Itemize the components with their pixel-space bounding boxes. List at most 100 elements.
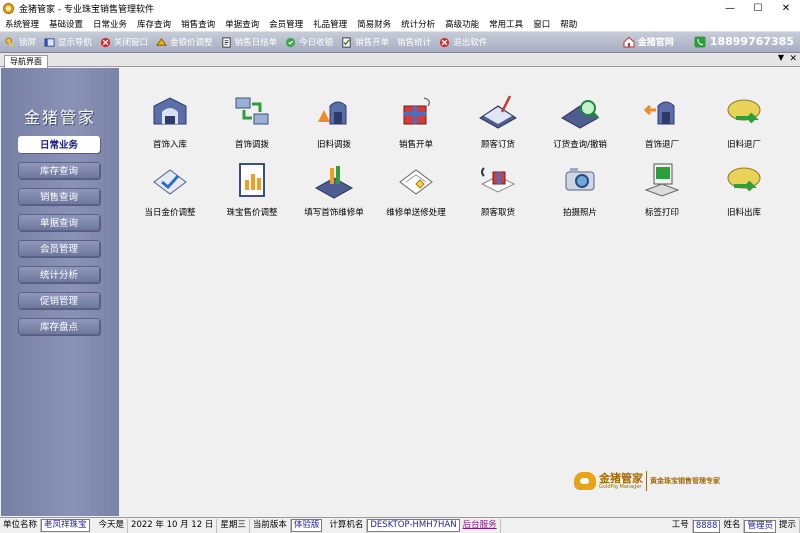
menu-bar: 系统管理 基础设置 日常业务 库存查询 销售查询 单据查询 会员管理 礼品管理 …	[0, 16, 800, 31]
sidebar-item-daily-business[interactable]: 日常业务	[18, 136, 100, 153]
func-jewelry-in[interactable]: 首饰入库	[129, 92, 211, 150]
logo-slogan: 黄金珠宝销售管理专家	[650, 477, 720, 485]
key-icon	[5, 36, 14, 47]
warehouse-in-icon	[153, 97, 187, 125]
computer-value: DESKTOP-HMH7HAN	[367, 519, 460, 532]
name-label: 姓名	[720, 519, 745, 533]
official-site-link[interactable]: 金猪官网	[623, 35, 674, 48]
tab-close-icon[interactable]: ✕	[789, 54, 797, 64]
sidebar-item-inventory-query[interactable]: 库存查询	[18, 162, 100, 179]
menu-system[interactable]: 系统管理	[0, 18, 44, 30]
lock-screen-button[interactable]: 锁屏	[5, 36, 36, 48]
worker-value: 8888	[692, 519, 721, 533]
menu-gift[interactable]: 礼品管理	[308, 18, 352, 30]
title-bar: 金猪管家 - 专业珠宝销售管理软件 — ☐ ✕	[0, 0, 800, 16]
menu-document-query[interactable]: 单据查询	[220, 18, 264, 30]
company-logo: 金猪管家 GoldPig Manager 黄金珠宝销售管理专家	[574, 471, 720, 491]
phone-icon	[694, 36, 706, 47]
brand-title: 金猪管家	[23, 108, 96, 127]
order-search-icon	[561, 100, 600, 129]
golden-pig-icon	[574, 472, 596, 490]
return-factory-icon	[643, 101, 675, 125]
tab-strip: 导航界面 ▼ ✕	[0, 53, 800, 68]
backend-service-link[interactable]: 后台服务	[460, 518, 501, 533]
sales-stats-button[interactable]: 销售统计	[397, 36, 431, 48]
func-old-material-out[interactable]: 旧料出库	[703, 160, 785, 218]
minimize-button[interactable]: —	[716, 0, 744, 16]
window-title: 金猪管家 - 专业珠宝销售管理软件	[19, 4, 154, 15]
order-pen-icon	[479, 95, 517, 129]
menu-window[interactable]: 窗口	[528, 18, 555, 30]
menu-daily-business[interactable]: 日常业务	[88, 18, 132, 30]
func-label-print[interactable]: 标签打印	[621, 160, 703, 218]
tab-navigation[interactable]: 导航界面	[4, 55, 48, 68]
func-gold-price-adjust[interactable]: 当日金价调整	[129, 160, 211, 218]
repair-tools-icon	[314, 166, 354, 199]
func-customer-order[interactable]: 顾客订货	[457, 92, 539, 150]
sidebar: 金猪管家 日常业务 库存查询 销售查询 单据查询 会员管理 统计分析 促销管理 …	[1, 68, 119, 516]
sidebar-item-promotion[interactable]: 促销管理	[18, 292, 100, 309]
gold-return-icon	[727, 99, 761, 124]
func-jewelry-return[interactable]: 首饰退厂	[621, 92, 703, 150]
logo-name: 金猪管家	[599, 471, 643, 485]
main-panel: 首饰入库 首饰调拨 旧料调拨 销售开单 顾客订货 订货查询/撤销 首饰退厂 旧料…	[119, 68, 800, 516]
date-value: 2022 年 10 月 12 日	[128, 518, 218, 533]
today-cash-button[interactable]: 今日收银	[285, 36, 333, 48]
menu-member[interactable]: 会员管理	[264, 18, 308, 30]
gold-out-icon	[727, 167, 761, 192]
logo-sub: GoldPig Manager	[599, 483, 642, 490]
version-label: 当前版本	[250, 518, 291, 533]
func-repair-dispatch[interactable]: 维修单送修处理	[375, 160, 457, 218]
func-take-photo[interactable]: 拍摄照片	[539, 160, 621, 218]
gift-box-icon	[403, 97, 430, 125]
menu-basic-settings[interactable]: 基础设置	[44, 18, 88, 30]
menu-sales-query[interactable]: 销售查询	[176, 18, 220, 30]
sales-order-icon	[342, 36, 351, 48]
sidebar-item-sales-query[interactable]: 销售查询	[18, 188, 100, 205]
func-repair-form[interactable]: 填写首饰维修单	[293, 160, 375, 218]
version-value: 体验版	[290, 519, 323, 532]
func-old-material-transfer[interactable]: 旧料调拨	[293, 92, 375, 150]
func-jewelry-price-adjust[interactable]: 珠宝售价调整	[211, 160, 293, 218]
exit-software-button[interactable]: 退出软件	[439, 36, 487, 48]
transfer-icon	[235, 97, 269, 125]
func-order-query[interactable]: 订货查询/撤销	[539, 92, 621, 150]
menu-help[interactable]: 帮助	[555, 18, 582, 30]
status-bar: 单位名称 老凤祥珠宝 今天是 2022 年 10 月 12 日 星期三 当前版本…	[0, 517, 800, 533]
menu-statistics[interactable]: 统计分析	[396, 18, 440, 30]
sidebar-item-statistics[interactable]: 统计分析	[18, 266, 100, 283]
daily-report-button[interactable]: 销售日结单	[221, 36, 277, 48]
show-navigation-button[interactable]: 显示导航	[44, 36, 92, 48]
worker-label: 工号	[669, 519, 693, 533]
gold-price-button[interactable]: 金银价调整	[156, 36, 213, 48]
func-jewelry-transfer[interactable]: 首饰调拨	[211, 92, 293, 150]
func-sales-order[interactable]: 销售开单	[375, 92, 457, 150]
func-old-material-return[interactable]: 旧料退厂	[703, 92, 785, 150]
home-icon	[623, 36, 635, 47]
unit-value: 老凤祥珠宝	[41, 519, 90, 532]
menu-advanced[interactable]: 高级功能	[440, 18, 484, 30]
weekday-value: 星期三	[217, 518, 250, 533]
menu-inventory-query[interactable]: 库存查询	[132, 18, 176, 30]
sales-order-button[interactable]: 销售开单	[341, 36, 389, 48]
clipboard-check-icon	[153, 169, 187, 195]
menu-finance[interactable]: 简易财务	[352, 18, 396, 30]
sidebar-item-document-query[interactable]: 单据查询	[18, 214, 100, 231]
close-button[interactable]: ✕	[772, 0, 800, 16]
gold-price-icon	[156, 37, 168, 46]
label-print-icon	[644, 163, 680, 197]
window-controls: — ☐ ✕	[716, 0, 800, 16]
price-chart-icon	[239, 163, 265, 197]
repair-doc-icon	[399, 169, 433, 195]
close-window-button[interactable]: 关闭窗口	[100, 36, 148, 48]
hotline: 18899767385	[694, 35, 794, 48]
maximize-button[interactable]: ☐	[744, 0, 772, 16]
func-customer-pickup[interactable]: 顾客取货	[457, 160, 539, 218]
tab-list-arrow-icon[interactable]: ▼	[778, 53, 784, 62]
navigation-icon	[44, 37, 55, 47]
sidebar-item-member[interactable]: 会员管理	[18, 240, 100, 257]
menu-tools[interactable]: 常用工具	[484, 18, 528, 30]
daily-report-icon	[221, 36, 231, 48]
close-window-icon	[100, 37, 111, 47]
sidebar-item-stocktake[interactable]: 库存盘点	[18, 318, 100, 335]
